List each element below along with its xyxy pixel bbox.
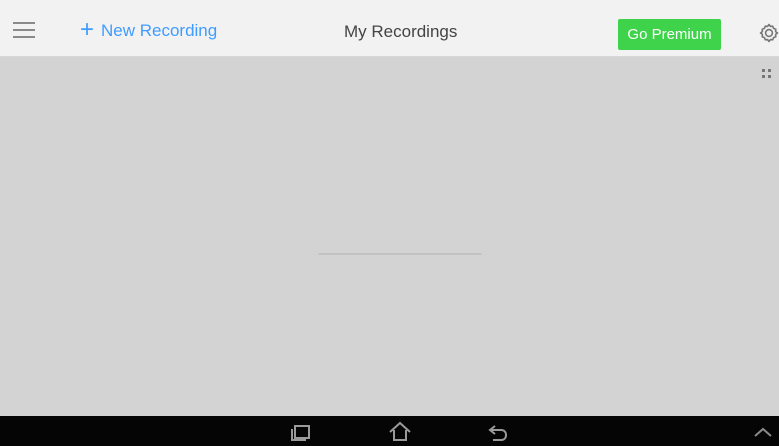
chevron-up-icon[interactable] xyxy=(751,424,775,440)
hamburger-menu-icon[interactable] xyxy=(10,20,40,42)
go-premium-button[interactable]: Go Premium xyxy=(618,19,721,50)
new-recording-label: New Recording xyxy=(101,21,218,40)
page-title: My Recordings xyxy=(344,22,458,41)
menu-line-bottom xyxy=(13,36,35,38)
android-recording-app: + New Recording My Recordings Go Premium xyxy=(0,0,779,446)
new-recording-button[interactable]: + New Recording xyxy=(80,16,218,43)
recent-apps-icon[interactable] xyxy=(289,422,313,442)
menu-line-top xyxy=(13,22,35,24)
home-icon[interactable] xyxy=(386,421,414,443)
system-navigation-bar xyxy=(0,416,779,446)
recordings-content-area xyxy=(0,57,779,416)
top-app-bar: + New Recording My Recordings Go Premium xyxy=(0,0,779,57)
grid-view-icon[interactable] xyxy=(761,68,773,80)
loading-indicator xyxy=(318,253,482,255)
menu-line-middle xyxy=(13,29,35,31)
back-icon[interactable] xyxy=(486,422,510,442)
plus-icon: + xyxy=(80,16,95,43)
gear-icon[interactable] xyxy=(757,22,779,46)
